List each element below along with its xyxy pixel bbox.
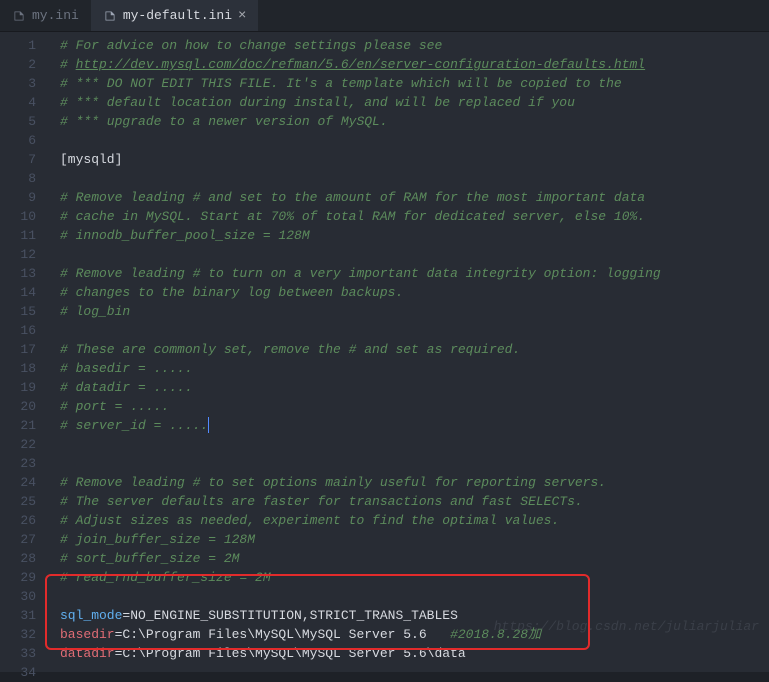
line-number: 16	[0, 321, 50, 340]
code-line[interactable]: basedir=C:\Program Files\MySQL\MySQL Ser…	[60, 625, 769, 644]
line-number: 19	[0, 378, 50, 397]
line-number: 21	[0, 416, 50, 435]
code-line[interactable]: # *** DO NOT EDIT THIS FILE. It's a temp…	[60, 74, 769, 93]
line-number: 28	[0, 549, 50, 568]
line-number: 23	[0, 454, 50, 473]
code-line[interactable]: # For advice on how to change settings p…	[60, 36, 769, 55]
code-line[interactable]	[60, 454, 769, 473]
code-line[interactable]: # http://dev.mysql.com/doc/refman/5.6/en…	[60, 55, 769, 74]
line-number: 1	[0, 36, 50, 55]
code-line[interactable]: # basedir = .....	[60, 359, 769, 378]
code-line[interactable]	[60, 435, 769, 454]
line-number: 26	[0, 511, 50, 530]
code-line[interactable]: # Remove leading # to turn on a very imp…	[60, 264, 769, 283]
code-editor[interactable]: 1234567891011121314151617181920212223242…	[0, 32, 769, 672]
code-line[interactable]	[60, 321, 769, 340]
code-line[interactable]: # cache in MySQL. Start at 70% of total …	[60, 207, 769, 226]
line-number: 3	[0, 74, 50, 93]
file-icon	[12, 9, 26, 23]
line-number: 34	[0, 663, 50, 682]
line-number: 4	[0, 93, 50, 112]
line-number: 33	[0, 644, 50, 663]
text-cursor	[208, 417, 209, 433]
code-line[interactable]: # innodb_buffer_pool_size = 128M	[60, 226, 769, 245]
code-line[interactable]	[60, 663, 769, 682]
code-area[interactable]: # For advice on how to change settings p…	[50, 32, 769, 672]
code-line[interactable]: # join_buffer_size = 128M	[60, 530, 769, 549]
code-line[interactable]: # *** upgrade to a newer version of MySQ…	[60, 112, 769, 131]
line-number: 32	[0, 625, 50, 644]
code-line[interactable]: # changes to the binary log between back…	[60, 283, 769, 302]
tab-label: my-default.ini	[123, 8, 232, 23]
file-icon	[103, 9, 117, 23]
line-number: 24	[0, 473, 50, 492]
line-number: 8	[0, 169, 50, 188]
line-number: 31	[0, 606, 50, 625]
code-line[interactable]: # Remove leading # to set options mainly…	[60, 473, 769, 492]
code-line[interactable]: # log_bin	[60, 302, 769, 321]
code-line[interactable]	[60, 245, 769, 264]
line-number: 20	[0, 397, 50, 416]
code-line[interactable]	[60, 169, 769, 188]
line-number: 29	[0, 568, 50, 587]
code-line[interactable]: sql_mode=NO_ENGINE_SUBSTITUTION,STRICT_T…	[60, 606, 769, 625]
line-number: 30	[0, 587, 50, 606]
line-number: 9	[0, 188, 50, 207]
code-line[interactable]: # sort_buffer_size = 2M	[60, 549, 769, 568]
line-number: 13	[0, 264, 50, 283]
line-number: 5	[0, 112, 50, 131]
code-line[interactable]: datadir=C:\Program Files\MySQL\MySQL Ser…	[60, 644, 769, 663]
line-number: 6	[0, 131, 50, 150]
line-number: 14	[0, 283, 50, 302]
line-number: 27	[0, 530, 50, 549]
code-line[interactable]: # These are commonly set, remove the # a…	[60, 340, 769, 359]
code-line[interactable]: # The server defaults are faster for tra…	[60, 492, 769, 511]
code-line[interactable]: # Adjust sizes as needed, experiment to …	[60, 511, 769, 530]
code-line[interactable]: # *** default location during install, a…	[60, 93, 769, 112]
code-line[interactable]: [mysqld]	[60, 150, 769, 169]
code-line[interactable]	[60, 587, 769, 606]
line-number: 7	[0, 150, 50, 169]
line-number: 17	[0, 340, 50, 359]
code-line[interactable]: # Remove leading # and set to the amount…	[60, 188, 769, 207]
line-number: 10	[0, 207, 50, 226]
line-number: 15	[0, 302, 50, 321]
line-number: 25	[0, 492, 50, 511]
line-number-gutter: 1234567891011121314151617181920212223242…	[0, 32, 50, 672]
tab-my-default-ini[interactable]: my-default.ini ×	[91, 0, 259, 31]
close-icon[interactable]: ×	[238, 8, 246, 24]
code-line[interactable]: # server_id = .....	[60, 416, 769, 435]
line-number: 22	[0, 435, 50, 454]
tab-my-ini[interactable]: my.ini	[0, 0, 91, 31]
code-line[interactable]: # datadir = .....	[60, 378, 769, 397]
line-number: 18	[0, 359, 50, 378]
tab-label: my.ini	[32, 8, 79, 23]
line-number: 11	[0, 226, 50, 245]
code-line[interactable]: # read_rnd_buffer_size = 2M	[60, 568, 769, 587]
code-line[interactable]: # port = .....	[60, 397, 769, 416]
line-number: 2	[0, 55, 50, 74]
code-line[interactable]	[60, 131, 769, 150]
line-number: 12	[0, 245, 50, 264]
tab-bar: my.ini my-default.ini ×	[0, 0, 769, 32]
